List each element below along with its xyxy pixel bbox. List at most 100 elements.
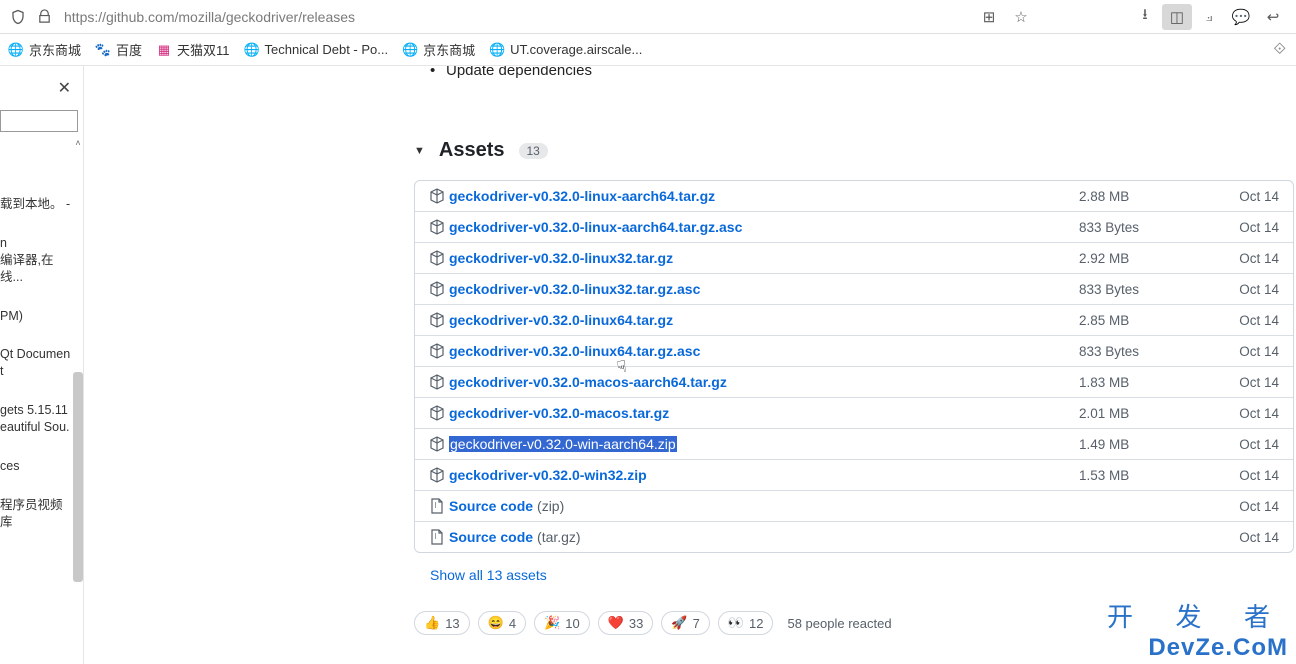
reaction-count: 13 — [445, 616, 459, 631]
bookmark-label: Technical Debt - Po... — [265, 42, 389, 57]
bookmark-item[interactable]: 🐾百度 — [95, 40, 142, 59]
sidebar-entries: 载到本地。 - n 编译器,在线... PM) Qt Document gets… — [0, 196, 73, 553]
asset-row: geckodriver-v0.32.0-linux64.tar.gz 2.85 … — [415, 305, 1293, 336]
asset-filename[interactable]: geckodriver-v0.32.0-linux-aarch64.tar.gz — [429, 188, 1079, 204]
asset-row: Source code (tar.gz) Oct 14 — [415, 522, 1293, 552]
sidebar-scrollbar[interactable]: ˄ — [73, 136, 83, 664]
asset-filename[interactable]: geckodriver-v0.32.0-win32.zip — [429, 467, 1079, 483]
globe-icon: 🌐 — [244, 42, 260, 58]
crop-icon[interactable]: ⟓ — [1194, 4, 1224, 30]
sidebar-entry[interactable]: gets 5.15.11 eautiful Sou. — [0, 402, 73, 436]
changelog-line: Update dependencies — [414, 66, 1294, 79]
asset-filename[interactable]: Source code (zip) — [429, 498, 1079, 514]
reaction-pill[interactable]: 👍 13 — [414, 611, 470, 635]
reaction-count: 12 — [749, 616, 763, 631]
sidebar-entry[interactable]: ces — [0, 458, 73, 475]
reaction-pill[interactable]: ❤️ 33 — [598, 611, 654, 635]
page-content: Update dependencies ▼ Assets 13 geckodri… — [84, 66, 1296, 664]
asset-date: Oct 14 — [1219, 499, 1279, 514]
sidebar-entry[interactable]: n 编译器,在线... — [0, 235, 73, 286]
asset-size: 1.83 MB — [1079, 375, 1219, 390]
assets-title: Assets — [439, 139, 505, 162]
bookmark-label: 京东商城 — [29, 40, 81, 59]
overflow-icon[interactable]: ⟐ — [1273, 41, 1288, 59]
asset-filename[interactable]: Source code (tar.gz) — [429, 529, 1079, 545]
asset-size: 1.53 MB — [1079, 468, 1219, 483]
reaction-emoji-icon: 👍 — [424, 615, 440, 631]
chat-icon[interactable]: 💬 — [1226, 4, 1256, 30]
reactions-bar: 👍 13 😄4 🎉 10 ❤️ 33 🚀7 👀12 58 people reacted — [414, 611, 1294, 635]
asset-filename[interactable]: geckodriver-v0.32.0-macos.tar.gz — [429, 405, 1079, 421]
download-icon[interactable]: ⭳ — [1130, 4, 1160, 30]
asset-filename[interactable]: geckodriver-v0.32.0-macos-aarch64.tar.gz — [429, 374, 1079, 390]
bookmark-item[interactable]: 🌐 京东商城 — [8, 40, 81, 59]
asset-row: geckodriver-v0.32.0-linux32.tar.gz.asc 8… — [415, 274, 1293, 305]
asset-filename[interactable]: geckodriver-v0.32.0-win-aarch64.zip — [429, 436, 1079, 452]
reaction-count: 7 — [693, 616, 700, 631]
reaction-emoji-icon: ❤️ — [608, 615, 624, 631]
bookmarks-bar: 🌐 京东商城 🐾百度 ▦天猫双11 🌐 Technical Debt - Po...… — [0, 34, 1296, 66]
close-icon[interactable]: ✕ — [58, 78, 71, 98]
url-text[interactable]: https://github.com/mozilla/geckodriver/r… — [60, 9, 968, 25]
asset-filename[interactable]: geckodriver-v0.32.0-linux32.tar.gz.asc — [429, 281, 1079, 297]
back-arrow-icon[interactable]: ↩ — [1258, 4, 1288, 30]
bookmark-item[interactable]: 🌐 Technical Debt - Po... — [244, 42, 389, 58]
asset-date: Oct 14 — [1219, 530, 1279, 545]
asset-filename[interactable]: geckodriver-v0.32.0-linux64.tar.gz.asc — [429, 343, 1079, 359]
asset-row: geckodriver-v0.32.0-linux32.tar.gz 2.92 … — [415, 243, 1293, 274]
reaction-pill[interactable]: 😄4 — [478, 611, 526, 635]
sidebar-entry[interactable]: 载到本地。 - — [0, 196, 73, 213]
asset-filename[interactable]: geckodriver-v0.32.0-linux64.tar.gz — [429, 312, 1079, 328]
asset-size: 2.01 MB — [1079, 406, 1219, 421]
bookmark-item[interactable]: 🌐UT.coverage.airscale... — [489, 42, 642, 58]
package-icon — [429, 405, 445, 421]
asset-row: geckodriver-v0.32.0-win32.zip 1.53 MB Oc… — [415, 460, 1293, 491]
assets-header[interactable]: ▼ Assets 13 — [414, 139, 1294, 162]
reaction-count: 10 — [565, 616, 579, 631]
asset-date: Oct 14 — [1219, 220, 1279, 235]
file-zip-icon — [429, 498, 445, 514]
asset-date: Oct 14 — [1219, 189, 1279, 204]
package-icon — [429, 281, 445, 297]
scroll-thumb[interactable] — [73, 372, 83, 582]
asset-size: 2.85 MB — [1079, 313, 1219, 328]
qr-icon[interactable]: ⊞ — [974, 4, 1004, 30]
sidebar-entry[interactable]: 程序员视频库 — [0, 497, 73, 531]
tmall-icon: ▦ — [156, 42, 172, 58]
show-all-link[interactable]: Show all 13 assets — [430, 567, 547, 583]
reacted-text: 58 people reacted — [787, 616, 891, 631]
bookmark-label: UT.coverage.airscale... — [510, 42, 642, 57]
package-icon — [429, 467, 445, 483]
reaction-pill[interactable]: 🚀7 — [661, 611, 709, 635]
star-icon[interactable]: ☆ — [1006, 4, 1036, 30]
reaction-pill[interactable]: 🎉 10 — [534, 611, 590, 635]
shield-icon[interactable] — [8, 7, 28, 27]
sidebar-search-input[interactable] — [0, 110, 78, 132]
package-icon — [429, 374, 445, 390]
bookmark-item[interactable]: 🌐京东商城 — [402, 40, 475, 59]
show-all-assets[interactable]: Show all 13 assets — [414, 567, 1294, 583]
asset-filename[interactable]: geckodriver-v0.32.0-linux32.tar.gz — [429, 250, 1079, 266]
package-icon — [429, 343, 445, 359]
reaction-emoji-icon: 😄 — [488, 615, 504, 631]
lock-icon[interactable] — [34, 7, 54, 27]
sidebar-entry[interactable]: PM) — [0, 308, 73, 325]
globe-icon: 🌐 — [8, 42, 24, 58]
reaction-emoji-icon: 🎉 — [544, 615, 560, 631]
scroll-up-icon[interactable]: ˄ — [73, 136, 83, 150]
url-bar: https://github.com/mozilla/geckodriver/r… — [0, 0, 1296, 34]
asset-date: Oct 14 — [1219, 437, 1279, 452]
reaction-pill[interactable]: 👀12 — [718, 611, 774, 635]
assets-list: geckodriver-v0.32.0-linux-aarch64.tar.gz… — [414, 180, 1294, 553]
bookmark-item[interactable]: ▦天猫双11 — [156, 40, 230, 59]
asset-row: geckodriver-v0.32.0-macos-aarch64.tar.gz… — [415, 367, 1293, 398]
sidebar-panel: ✕ ˄ 载到本地。 - n 编译器,在线... PM) Qt Document … — [0, 66, 84, 664]
sidebar-toggle-icon[interactable]: ◫ — [1162, 4, 1192, 30]
bookmark-label: 百度 — [116, 40, 142, 59]
sidebar-entry[interactable]: Qt Document — [0, 346, 73, 380]
asset-date: Oct 14 — [1219, 468, 1279, 483]
asset-row: geckodriver-v0.32.0-win-aarch64.zip 1.49… — [415, 429, 1293, 460]
asset-size: 833 Bytes — [1079, 220, 1219, 235]
reaction-count: 33 — [629, 616, 643, 631]
asset-filename[interactable]: geckodriver-v0.32.0-linux-aarch64.tar.gz… — [429, 219, 1079, 235]
